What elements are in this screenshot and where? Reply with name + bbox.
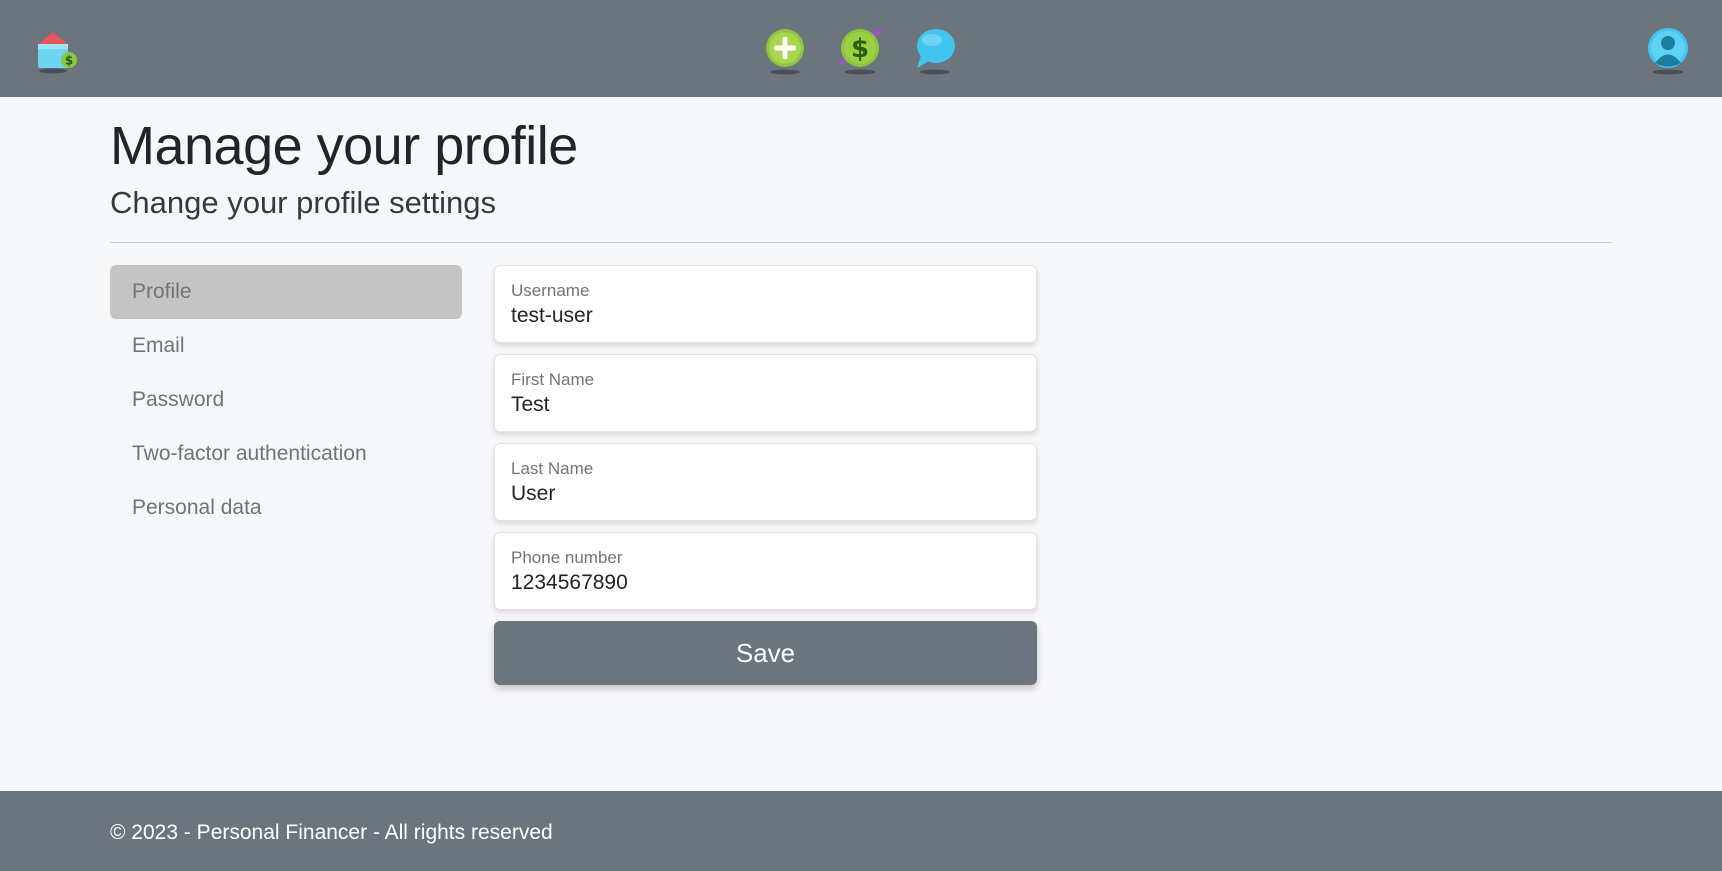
sidebar-item-email[interactable]: Email <box>110 319 462 373</box>
sidebar-item-personal-data[interactable]: Personal data <box>110 481 462 535</box>
save-button[interactable]: Save <box>494 621 1037 685</box>
first-name-input[interactable] <box>511 393 1016 417</box>
divider <box>110 242 1612 243</box>
phone-number-input[interactable] <box>511 571 1016 595</box>
svg-text:$: $ <box>65 54 73 68</box>
username-input[interactable] <box>511 304 1016 328</box>
page-title: Manage your profile <box>110 116 578 176</box>
profile-form: Username First Name Last Name Phone numb… <box>494 265 1037 685</box>
top-navbar: $ $ <box>0 0 1722 97</box>
home-finance-icon[interactable]: $ <box>32 26 77 76</box>
profile-settings-nav: Profile Email Password Two-factor authen… <box>110 265 462 535</box>
user-profile-icon[interactable] <box>1646 26 1690 76</box>
svg-text:$: $ <box>851 34 869 64</box>
username-field: Username <box>494 265 1037 343</box>
footer-copyright: © 2023 - Personal Financer - All rights … <box>110 821 553 844</box>
phone-number-field: Phone number <box>494 532 1037 610</box>
money-icon[interactable]: $ <box>838 26 882 76</box>
chat-icon[interactable] <box>913 26 957 76</box>
last-name-input[interactable] <box>511 482 1016 506</box>
page-subtitle: Change your profile settings <box>110 185 497 220</box>
first-name-label: First Name <box>511 370 595 389</box>
sidebar-item-two-factor-authentication[interactable]: Two-factor authentication <box>110 427 462 481</box>
add-icon[interactable] <box>763 26 807 76</box>
phone-number-label: Phone number <box>511 548 623 567</box>
footer: © 2023 - Personal Financer - All rights … <box>0 791 1722 871</box>
last-name-label: Last Name <box>511 459 594 478</box>
sidebar-item-profile[interactable]: Profile <box>110 265 462 319</box>
first-name-field: First Name <box>494 354 1037 432</box>
sidebar-item-password[interactable]: Password <box>110 373 462 427</box>
username-label: Username <box>511 281 590 300</box>
last-name-field: Last Name <box>494 443 1037 521</box>
